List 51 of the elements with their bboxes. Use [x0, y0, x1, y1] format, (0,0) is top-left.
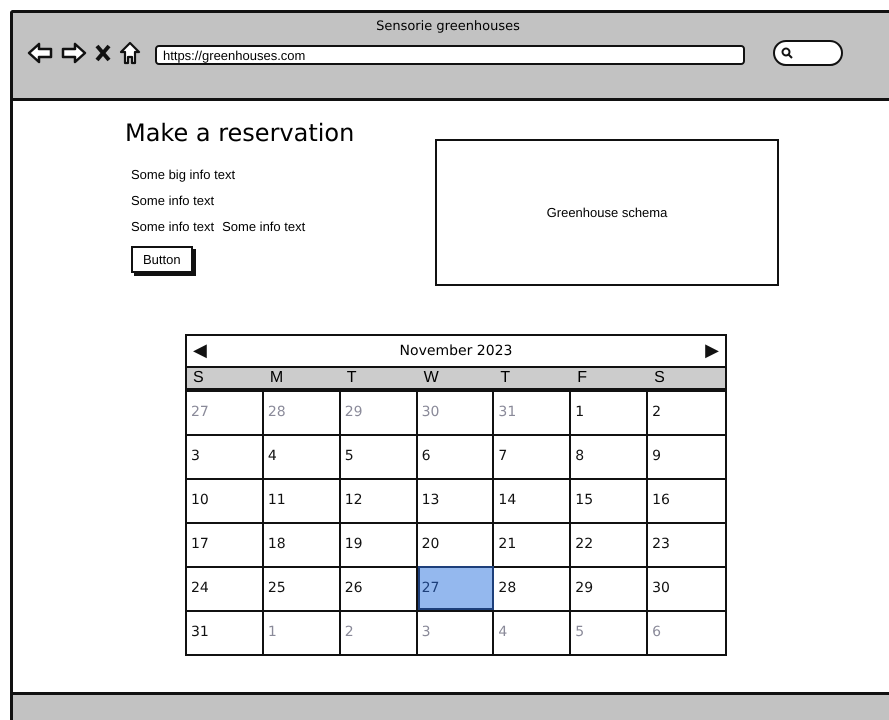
- day-cell[interactable]: 7: [494, 434, 572, 478]
- forward-icon[interactable]: [61, 42, 87, 64]
- day-cell[interactable]: 22: [571, 522, 648, 566]
- day-cell[interactable]: 4: [264, 434, 341, 478]
- back-icon[interactable]: [27, 42, 53, 64]
- day-cell[interactable]: 17: [187, 522, 264, 566]
- info-text: Some info text: [131, 193, 214, 208]
- next-month-button[interactable]: ▶: [705, 342, 719, 360]
- day-cell[interactable]: 25: [264, 566, 341, 610]
- day-cell[interactable]: 8: [571, 434, 648, 478]
- weekday-label: M: [268, 368, 284, 388]
- schema-label: Greenhouse schema: [546, 205, 668, 220]
- day-cell[interactable]: 28: [494, 566, 572, 610]
- day-cell[interactable]: 10: [187, 478, 264, 522]
- search-field[interactable]: [773, 40, 843, 66]
- day-cell[interactable]: 11: [264, 478, 341, 522]
- weekday-label: F: [576, 368, 588, 388]
- home-icon[interactable]: [119, 41, 141, 65]
- weekday-label: S: [192, 368, 205, 388]
- month-label: November 2023: [400, 343, 512, 359]
- day-cell[interactable]: 14: [494, 478, 572, 522]
- day-cell[interactable]: 18: [264, 522, 341, 566]
- day-cell[interactable]: 20: [418, 522, 494, 566]
- info-text: Some big info text: [131, 167, 236, 182]
- day-cell[interactable]: 29: [571, 566, 648, 610]
- previous-month-button[interactable]: ◀: [193, 342, 207, 360]
- day-cell[interactable]: 21: [494, 522, 572, 566]
- day-cell[interactable]: 26: [340, 566, 418, 610]
- day-cell[interactable]: 6: [418, 434, 494, 478]
- day-cell[interactable]: 3: [187, 434, 264, 478]
- weekday-label: T: [346, 368, 358, 388]
- close-icon[interactable]: [95, 44, 111, 62]
- weekday-label: S: [653, 368, 666, 388]
- day-cell[interactable]: 5: [340, 434, 418, 478]
- weekday-label: T: [499, 368, 512, 388]
- day-cell[interactable]: 15: [571, 478, 648, 522]
- day-cell[interactable]: 12: [340, 478, 418, 522]
- weekday-label: W: [422, 368, 440, 388]
- day-cell[interactable]: 19: [340, 522, 418, 566]
- day-cell[interactable]: 24: [187, 566, 264, 610]
- action-button[interactable]: Button: [131, 246, 193, 273]
- info-text: Some info text: [222, 219, 306, 234]
- day-cell[interactable]: 1: [571, 390, 648, 434]
- page-heading: Make a reservation: [125, 119, 356, 147]
- address-field[interactable]: https://greenhouses.com: [155, 45, 745, 65]
- day-cell[interactable]: 27: [418, 566, 494, 610]
- window-title: Sensorie greenhouses: [375, 18, 521, 36]
- day-cell[interactable]: 13: [418, 478, 494, 522]
- search-icon: [781, 47, 793, 59]
- day-cell[interactable]: 31: [187, 610, 264, 654]
- info-text: Some info text: [131, 219, 214, 234]
